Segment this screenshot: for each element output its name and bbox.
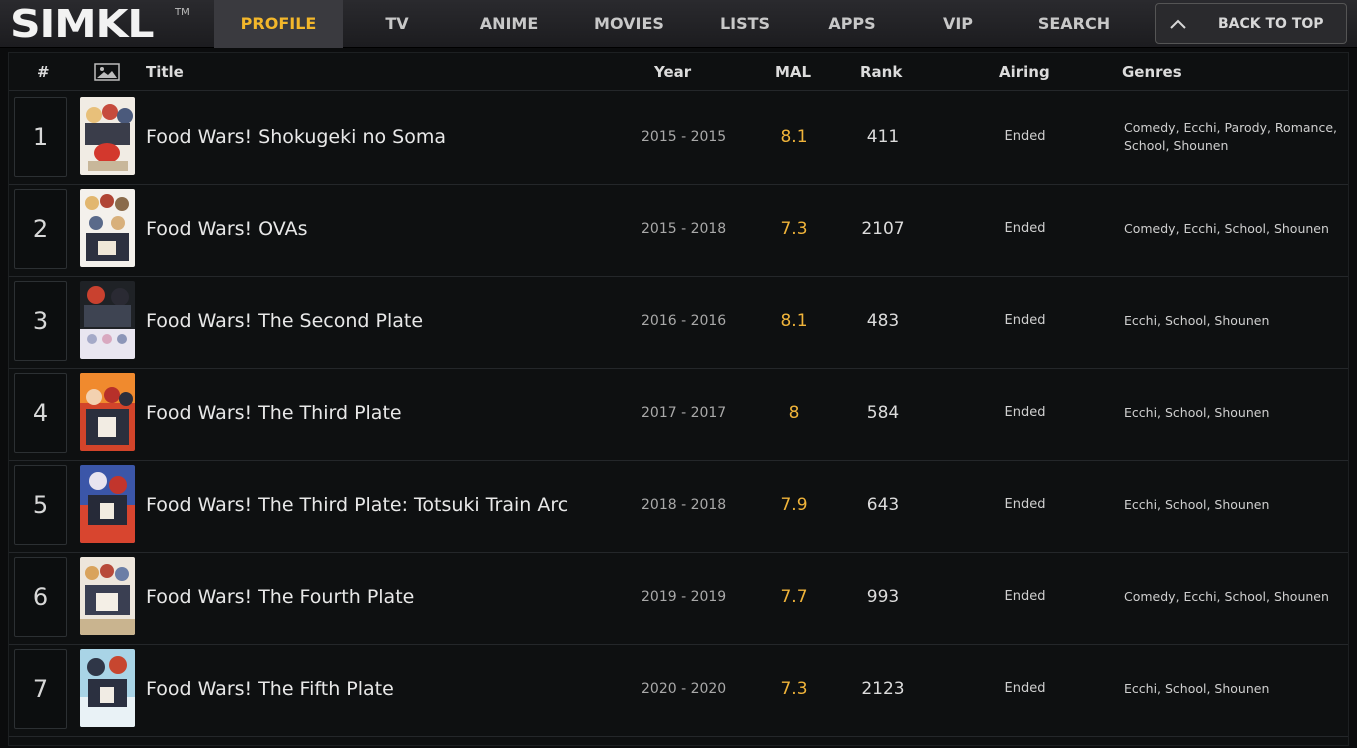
row-number: 7	[14, 649, 67, 729]
row-rank: 411	[866, 127, 900, 147]
row-mal-score: 8	[788, 403, 800, 423]
row-genres-text: Ecchi, School, Shounen	[1124, 405, 1270, 420]
poster-image	[80, 281, 135, 359]
column-header-airing[interactable]: Airing	[999, 53, 1050, 91]
row-title[interactable]: Food Wars! The Second Plate	[146, 277, 423, 365]
table-header: # Title Year MAL Rank Airing Genres	[9, 53, 1348, 91]
row-rank: 483	[866, 311, 900, 331]
row-rank: 643	[866, 495, 900, 515]
nav-tv[interactable]: TV	[343, 0, 451, 48]
row-mal-score: 7.3	[780, 679, 808, 699]
poster-image	[80, 373, 135, 451]
row-number: 4	[14, 373, 67, 453]
poster-image	[80, 189, 135, 267]
row-number: 6	[14, 557, 67, 637]
row-title[interactable]: Food Wars! The Fourth Plate	[146, 553, 414, 641]
poster-thumbnail[interactable]	[80, 649, 135, 727]
row-genres: Comedy, Ecchi, Parody, Romance, School, …	[1124, 93, 1344, 181]
column-header-rank[interactable]: Rank	[860, 53, 902, 91]
trademark-mark: TM	[175, 7, 190, 18]
image-icon	[94, 63, 120, 81]
row-number: 3	[14, 281, 67, 361]
row-rank: 2123	[861, 679, 905, 699]
row-number: 1	[14, 97, 67, 177]
row-number: 2	[14, 189, 67, 269]
poster-image	[80, 557, 135, 635]
row-rank: 993	[866, 587, 900, 607]
row-genres-text: Comedy, Ecchi, School, Shounen	[1124, 589, 1329, 604]
row-mal-score: 8.1	[780, 311, 808, 331]
row-airing-status: Ended	[1004, 589, 1046, 604]
poster-image	[80, 97, 135, 175]
back-to-top-label: BACK TO TOP	[1218, 16, 1324, 32]
top-navigation-bar: SIMKL TM PROFILE TV ANIME MOVIES LISTS A…	[0, 0, 1357, 48]
poster-thumbnail[interactable]	[80, 97, 135, 175]
row-title[interactable]: Food Wars! Shokugeki no Soma	[146, 93, 446, 181]
table-row[interactable]: 5 Food Wars! The Third Plate: Totsuki Tr…	[9, 461, 1348, 553]
nav-movies[interactable]: MOVIES	[567, 0, 691, 48]
row-title[interactable]: Food Wars! OVAs	[146, 185, 307, 273]
poster-thumbnail[interactable]	[80, 189, 135, 267]
row-number: 5	[14, 465, 67, 545]
table-row[interactable]: 3 Food Wars! The Second Plate 2016 - 201…	[9, 277, 1348, 369]
row-mal-score: 7.3	[780, 219, 808, 239]
row-rank: 584	[866, 403, 900, 423]
nav-anime[interactable]: ANIME	[451, 0, 567, 48]
table-row[interactable]: 4 Food Wars! The Third Plate 2017 - 2017…	[9, 369, 1348, 461]
row-airing-status: Ended	[1004, 313, 1046, 328]
anime-list-table: # Title Year MAL Rank Airing Genres 1 Fo…	[8, 52, 1349, 746]
row-genres: Ecchi, School, Shounen	[1124, 277, 1344, 365]
poster-thumbnail[interactable]	[80, 465, 135, 543]
row-mal-score: 7.9	[780, 495, 808, 515]
simkl-logo[interactable]: SIMKL	[10, 4, 154, 44]
row-airing-status: Ended	[1004, 497, 1046, 512]
column-header-mal[interactable]: MAL	[775, 53, 811, 91]
row-genres-text: Comedy, Ecchi, School, Shounen	[1124, 221, 1329, 236]
row-airing-status: Ended	[1004, 129, 1046, 144]
row-title[interactable]: Food Wars! The Third Plate: Totsuki Trai…	[146, 461, 568, 549]
row-mal-score: 8.1	[780, 127, 808, 147]
row-genres-text: Comedy, Ecchi, Parody, Romance, School, …	[1124, 120, 1338, 153]
row-title[interactable]: Food Wars! The Third Plate	[146, 369, 402, 457]
nav-search[interactable]: SEARCH	[1011, 0, 1137, 48]
row-genres: Ecchi, School, Shounen	[1124, 645, 1344, 733]
row-mal-score: 7.7	[780, 587, 808, 607]
back-to-top-button[interactable]: BACK TO TOP	[1155, 3, 1347, 44]
poster-thumbnail[interactable]	[80, 281, 135, 359]
chevron-up-icon	[1170, 19, 1186, 29]
row-airing-status: Ended	[1004, 405, 1046, 420]
row-genres: Ecchi, School, Shounen	[1124, 369, 1344, 457]
nav-vip[interactable]: VIP	[905, 0, 1011, 48]
row-genres: Comedy, Ecchi, School, Shounen	[1124, 553, 1344, 641]
table-row[interactable]: 1 Food Wars! Shokugeki no Soma 2015 - 20…	[9, 93, 1348, 185]
nav-lists[interactable]: LISTS	[691, 0, 799, 48]
column-header-year[interactable]: Year	[654, 53, 691, 91]
table-row[interactable]: 6 Food Wars! The Fourth Plate 2019 - 201…	[9, 553, 1348, 645]
column-header-number[interactable]: #	[37, 53, 50, 91]
row-rank: 2107	[861, 219, 905, 239]
row-genres: Comedy, Ecchi, School, Shounen	[1124, 185, 1344, 273]
row-genres-text: Ecchi, School, Shounen	[1124, 497, 1270, 512]
poster-thumbnail[interactable]	[80, 557, 135, 635]
nav-apps[interactable]: APPS	[799, 0, 905, 48]
row-airing-status: Ended	[1004, 221, 1046, 236]
row-genres-text: Ecchi, School, Shounen	[1124, 313, 1270, 328]
table-row[interactable]: 7 Food Wars! The Fifth Plate 2020 - 2020…	[9, 645, 1348, 737]
poster-thumbnail[interactable]	[80, 373, 135, 451]
poster-image	[80, 465, 135, 543]
poster-image	[80, 649, 135, 727]
column-header-title[interactable]: Title	[146, 53, 184, 91]
table-row[interactable]: 2 Food Wars! OVAs 2015 - 2018 7.3 2107 E…	[9, 185, 1348, 277]
row-genres-text: Ecchi, School, Shounen	[1124, 681, 1270, 696]
row-title[interactable]: Food Wars! The Fifth Plate	[146, 645, 394, 733]
row-genres: Ecchi, School, Shounen	[1124, 461, 1344, 549]
row-airing-status: Ended	[1004, 681, 1046, 696]
nav-profile[interactable]: PROFILE	[214, 0, 343, 48]
column-header-genres[interactable]: Genres	[1122, 53, 1182, 91]
